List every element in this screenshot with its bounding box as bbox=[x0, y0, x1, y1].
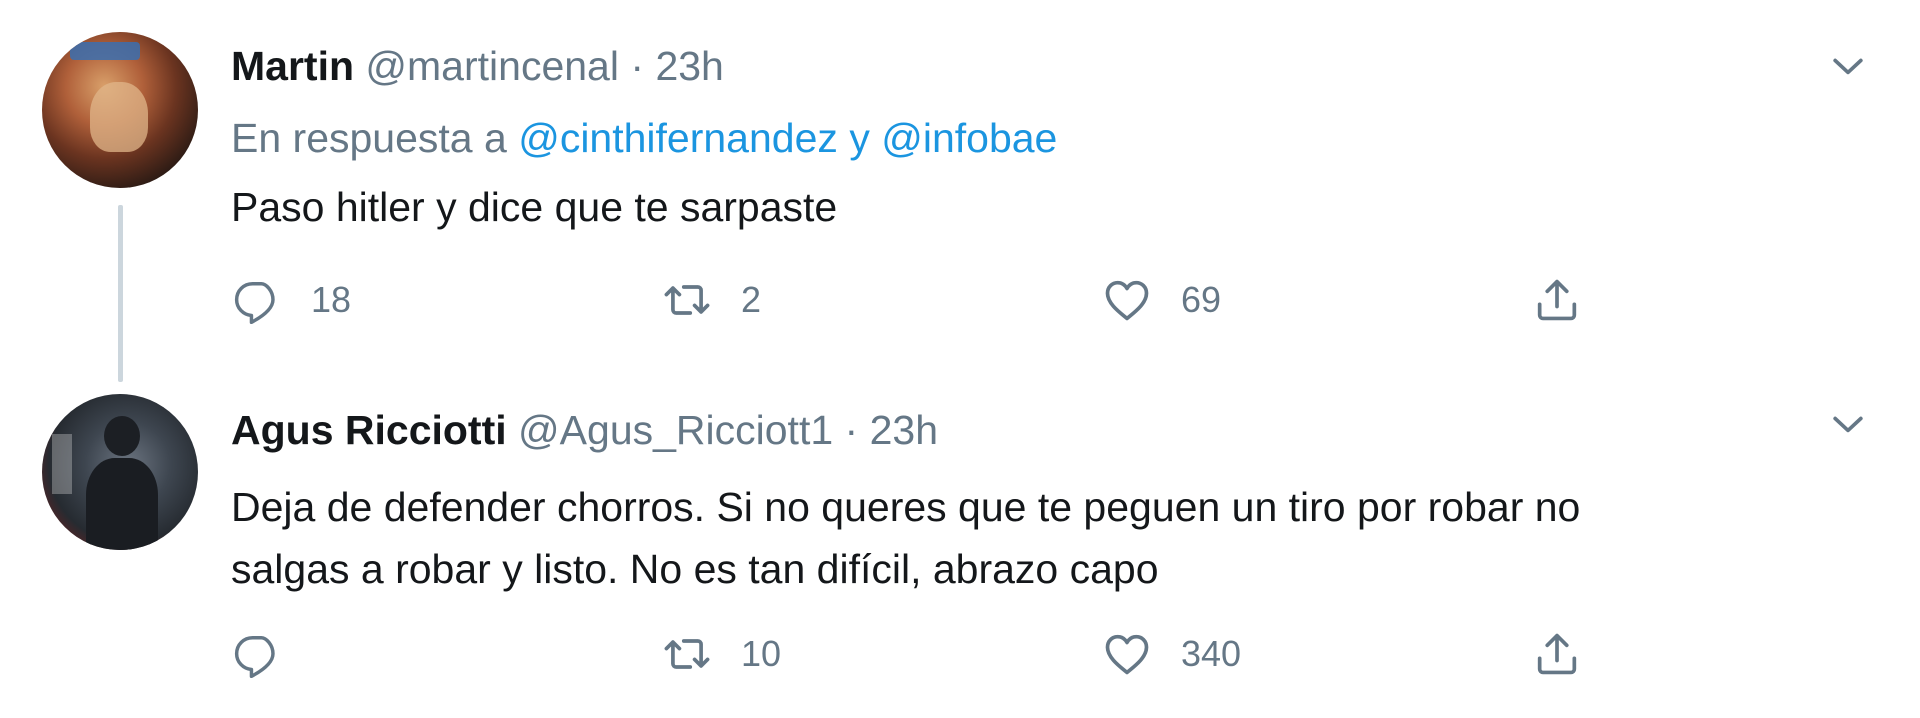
reply-icon bbox=[234, 282, 275, 325]
retweet-count: 2 bbox=[741, 279, 762, 320]
like-icon bbox=[1105, 280, 1149, 321]
like-icon bbox=[1105, 634, 1149, 675]
reply-context: En respuesta a @cinthifernandez y @infob… bbox=[231, 114, 1057, 162]
avatar[interactable] bbox=[42, 394, 198, 550]
mention-link[interactable]: @infobae bbox=[881, 115, 1057, 161]
reply-button[interactable] bbox=[231, 626, 311, 682]
tweet[interactable]: Agus Ricciotti @Agus_Ricciott1 · 23h Dej… bbox=[0, 362, 1920, 718]
like-count: 69 bbox=[1181, 279, 1222, 320]
avatar-detail bbox=[90, 82, 148, 152]
reply-button[interactable]: 18 bbox=[231, 272, 351, 328]
avatar-detail bbox=[104, 416, 140, 456]
retweet-count: 10 bbox=[741, 633, 782, 674]
like-button[interactable]: 340 bbox=[1101, 626, 1241, 682]
tweet-actions: 18 2 69 bbox=[231, 272, 1631, 328]
user-name[interactable]: Agus Ricciotti bbox=[231, 407, 507, 453]
separator-dot: · bbox=[630, 43, 645, 89]
like-button[interactable]: 69 bbox=[1101, 272, 1221, 328]
tweet-actions: 10 340 bbox=[231, 626, 1631, 682]
like-count: 340 bbox=[1181, 633, 1242, 674]
tweet-text: Paso hitler y dice que te sarpaste bbox=[231, 184, 838, 230]
chevron-down-icon[interactable] bbox=[1826, 402, 1870, 446]
retweet-button[interactable]: 2 bbox=[661, 272, 761, 328]
avatar[interactable] bbox=[42, 32, 198, 188]
avatar-detail bbox=[52, 434, 72, 494]
timestamp[interactable]: 23h bbox=[655, 43, 723, 89]
tweet[interactable]: Martin @martincenal · 23h En respuesta a… bbox=[0, 0, 1920, 382]
separator-dot: · bbox=[844, 407, 859, 453]
user-handle[interactable]: @martincenal bbox=[365, 43, 619, 89]
user-handle[interactable]: @Agus_Ricciott1 bbox=[518, 407, 833, 453]
retweet-button[interactable]: 10 bbox=[661, 626, 781, 682]
tweet-header: Martin @martincenal · 23h bbox=[231, 42, 724, 90]
share-icon bbox=[1537, 633, 1577, 675]
tweet-header: Agus Ricciotti @Agus_Ricciott1 · 23h bbox=[231, 406, 938, 454]
timestamp[interactable]: 23h bbox=[870, 407, 938, 453]
retweet-icon bbox=[664, 285, 710, 315]
reply-prefix: En respuesta a bbox=[231, 115, 507, 161]
reply-joiner: y bbox=[849, 115, 870, 161]
avatar-detail bbox=[70, 42, 140, 60]
user-name[interactable]: Martin bbox=[231, 43, 354, 89]
avatar-detail bbox=[86, 458, 158, 550]
tweet-text: Deja de defender chorros. Si no queres q… bbox=[231, 476, 1831, 600]
tweet-text-line: Deja de defender chorros. Si no queres q… bbox=[231, 484, 1581, 530]
retweet-icon bbox=[664, 639, 710, 669]
chevron-down-icon[interactable] bbox=[1826, 44, 1870, 88]
share-button[interactable] bbox=[1531, 626, 1583, 682]
share-button[interactable] bbox=[1531, 272, 1583, 328]
thread-connector-line bbox=[118, 205, 123, 382]
mention-link[interactable]: @cinthifernandez bbox=[518, 115, 838, 161]
share-icon bbox=[1537, 279, 1577, 321]
reply-icon bbox=[234, 636, 275, 679]
tweet-text-line: salgas a robar y listo. No es tan difíci… bbox=[231, 546, 1159, 592]
reply-count: 18 bbox=[311, 279, 352, 320]
